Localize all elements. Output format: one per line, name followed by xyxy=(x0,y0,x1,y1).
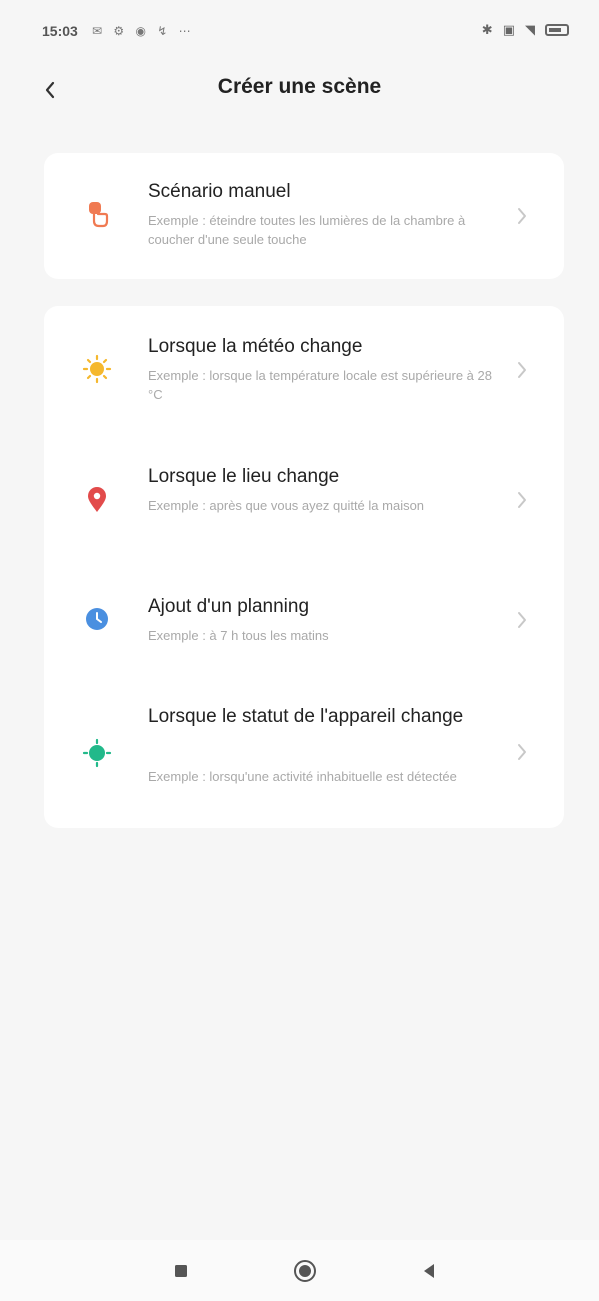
item-description: Exemple : après que vous ayez quitté la … xyxy=(148,498,425,513)
manual-scenario-card: Scénario manuel Exemple : éteindre toute… xyxy=(44,153,564,279)
page-title: Créer une scène xyxy=(217,75,382,98)
item-title: Scénario manuel xyxy=(148,181,291,202)
item-description: Exemple : à 7 h tous les matins xyxy=(148,628,329,643)
location-change-item[interactable]: Lorsque le lieu change Exemple : après q… xyxy=(44,434,564,564)
wifi-icon: ◥ xyxy=(525,22,535,37)
item-description: Exemple : lorsqu'une activité inhabituel… xyxy=(148,769,457,784)
home-circle-icon xyxy=(294,1260,316,1282)
schedule-item[interactable]: Ajout d'un planning Exemple : à 7 h tous… xyxy=(44,564,564,676)
square-icon xyxy=(175,1265,187,1277)
item-title: Ajout d'un planning xyxy=(148,596,310,617)
item-title: Lorsque le lieu change xyxy=(148,466,340,487)
status-right-icons: ✱ ▣ ◥ xyxy=(482,22,569,38)
item-description: Exemple : lorsque la température locale … xyxy=(148,368,492,402)
system-nav-bar xyxy=(0,1240,599,1301)
device-status-item[interactable]: Lorsque le statut de l'appareil change E… xyxy=(44,676,564,828)
home-button[interactable] xyxy=(292,1258,318,1284)
weather-change-item[interactable]: Lorsque la météo change Exemple : lorsqu… xyxy=(44,306,564,434)
recent-apps-button[interactable] xyxy=(168,1258,194,1284)
chevron-right-icon xyxy=(518,362,526,378)
item-title: Lorsque la météo change xyxy=(148,336,363,357)
manual-scenario-item[interactable]: Scénario manuel Exemple : éteindre toute… xyxy=(44,153,564,279)
bluetooth-icon: ✱ xyxy=(481,22,493,37)
item-title: Lorsque le statut de l'appareil change xyxy=(148,706,464,727)
location-pin-icon xyxy=(82,485,112,515)
chevron-right-icon xyxy=(518,612,526,628)
chevron-right-icon xyxy=(518,492,526,508)
conditions-card: Lorsque la météo change Exemple : lorsqu… xyxy=(44,306,564,828)
notification-icons: ✉ ⚙ ◉ ↯ ⋯ xyxy=(92,24,195,38)
sim-icon: ▣ xyxy=(502,22,515,37)
hand-tap-icon xyxy=(82,199,112,229)
header: Créer une scène xyxy=(0,64,599,114)
chevron-right-icon xyxy=(518,744,526,760)
back-triangle-icon xyxy=(424,1264,434,1278)
chevron-right-icon xyxy=(518,208,526,224)
status-bar: 15:03 ✉ ⚙ ◉ ↯ ⋯ ✱ ▣ ◥ xyxy=(0,0,599,64)
battery-icon xyxy=(545,24,569,36)
clock-icon xyxy=(82,604,112,634)
sun-icon xyxy=(82,354,112,384)
device-status-icon xyxy=(82,738,112,768)
back-nav-button[interactable] xyxy=(416,1258,442,1284)
status-time: 15:03 xyxy=(42,23,78,39)
item-description: Exemple : éteindre toutes les lumières d… xyxy=(148,213,466,247)
